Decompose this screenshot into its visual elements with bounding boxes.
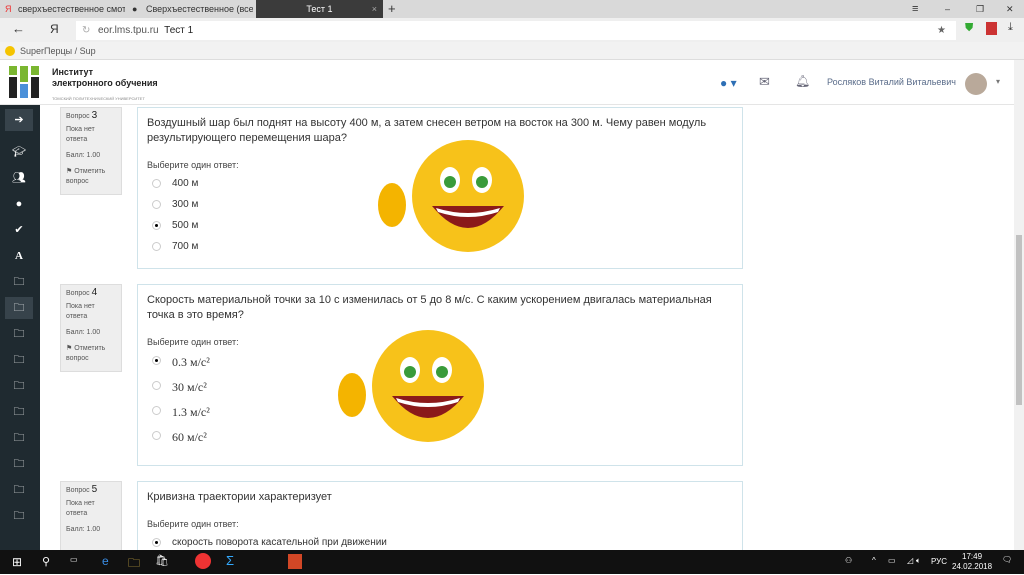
play-icon [5,46,15,56]
taskbar: ⊞ ⚲ ▭ e 🗀︎ 🛍︎ Σ ⚇ ^ ▭ ◿ 🔈︎ РУС 17:49 24.0… [0,550,1024,574]
menu-icon[interactable]: ≡ [912,0,918,18]
folder-icon[interactable]: 🗀︎ [5,427,33,449]
explorer-icon[interactable]: 🗀︎ [128,554,140,575]
back-icon[interactable]: ← [12,21,25,36]
question-text: Кривизна траектории характеризует [147,491,332,503]
tab-2[interactable]: ● Сверхъестественное (все с [128,0,253,18]
institute-logo[interactable] [9,66,39,98]
store-icon[interactable]: 🛍︎ [155,554,169,567]
folder-icon[interactable]: 🗀︎ [5,271,33,293]
org-name-line2: электронного обучения [52,78,158,88]
folder-icon[interactable]: 🗀︎ [5,297,33,319]
folder-icon[interactable]: 🗀︎ [5,349,33,371]
edge-icon[interactable]: e [102,554,109,568]
scrollbar-thumb[interactable] [1016,235,1022,405]
user-name[interactable]: Росляков Виталий Витальевич [827,77,956,87]
wifi-icon[interactable]: ◿ [907,556,913,565]
folder-icon[interactable]: 🗀︎ [5,479,33,501]
tab-1[interactable]: Ясверхъестественное смотр [0,0,125,18]
bookmarks-bar: SuperПерцы / Sup [0,42,1024,60]
flag-question-link[interactable]: ⚑ Отметить вопрос [66,344,116,364]
badges-icon[interactable]: ● [5,193,33,215]
powerpoint-icon[interactable] [288,554,302,569]
minimize-icon[interactable]: – [945,0,950,18]
smiley-thumbs-up-image [378,140,524,252]
competencies-icon[interactable]: ✔ [5,219,33,241]
folder-icon[interactable]: 🗀︎ [5,323,33,345]
restore-icon[interactable]: ❐ [976,0,984,18]
question-info-5: Вопрос 5 Пока нет ответа Балл: 1.00 [60,481,122,561]
language-globe-icon[interactable]: ● ▾ [720,76,737,90]
app-icon[interactable]: Σ [226,553,234,568]
participants-icon[interactable]: 👥︎ [5,167,33,189]
notifications-bell-icon[interactable]: 🔔︎ [795,74,810,88]
folder-icon[interactable]: 🗀︎ [5,401,33,423]
tray-chevron-icon[interactable]: ^ [872,556,876,565]
avatar[interactable] [965,73,987,95]
flag-question-link[interactable]: ⚑ Отметить вопрос [66,167,116,187]
close-tab-icon[interactable]: × [372,0,377,18]
download-icon[interactable]: ⤓ [1008,21,1013,34]
people-icon[interactable]: ⚇ [845,556,852,565]
yandex-home-icon[interactable]: Я [50,22,59,36]
windows-start-icon[interactable]: ⊞ [12,555,22,569]
grades-icon[interactable]: A [5,245,33,267]
courses-icon[interactable]: 🎓︎ [5,141,33,163]
sidebar-toggle-icon[interactable]: ➔ [5,109,33,131]
url-input[interactable]: ↻ eor.lms.tpu.ru Тест 1 ★ [76,21,956,40]
clock[interactable]: 17:49 24.02.2018 [952,552,992,572]
smiley-thumbs-up-image [338,330,484,442]
folder-icon[interactable]: 🗀︎ [5,375,33,397]
bookmark-link[interactable]: SuperПерцы / Sup [20,46,96,56]
star-icon[interactable]: ★ [937,21,946,40]
folder-icon[interactable]: 🗀︎ [5,505,33,527]
tab-active[interactable]: Тест 1 × [256,0,383,18]
question-info-3: Вопрос 3 Пока нет ответа Балл: 1.00 ⚑ От… [60,107,122,195]
reload-icon[interactable]: ↻ [82,21,90,40]
question-text: Скорость материальной точки за 10 с изме… [147,294,712,321]
close-window-icon[interactable]: ✕ [1006,0,1014,18]
folder-icon[interactable]: 🗀︎ [5,453,33,475]
user-menu-chevron-icon[interactable]: ▾ [996,77,1000,86]
shield-icon[interactable]: ⛊ [965,22,973,35]
org-name-line1: Институт [52,67,94,77]
question-info-4: Вопрос 4 Пока нет ответа Балл: 1.00 ⚑ От… [60,284,122,372]
task-view-icon[interactable]: ▭ [70,555,78,564]
yandex-browser-icon[interactable] [195,553,211,569]
yandex-icon: Я [5,4,12,14]
language-indicator[interactable]: РУС [931,557,947,566]
search-icon[interactable]: ⚲ [42,555,50,568]
sidebar: ➔ 🎓︎ 👥︎ ● ✔ A 🗀︎ 🗀︎ 🗀︎ 🗀︎ 🗀︎ 🗀︎ 🗀︎ 🗀︎ 🗀︎… [0,105,40,550]
volume-icon[interactable]: 🔈︎ [916,556,921,566]
messages-icon[interactable]: ✉ [759,74,770,90]
tab-favicon-icon: ● [132,4,138,14]
browser-tab-bar: Ясверхъестественное смотр ● Сверхъестеств… [0,0,1024,18]
battery-icon[interactable]: ▭ [888,556,896,565]
org-subtitle: ТОМСКИЙ ПОЛИТЕХНИЧЕСКИЙ УНИВЕРСИТЕТ [52,96,145,101]
site-header: Институт электронного обучения ТОМСКИЙ П… [0,60,1014,105]
pdf-extension-icon[interactable] [986,22,997,35]
notifications-icon[interactable]: 🗨︎ [1002,555,1012,564]
new-tab-button[interactable]: + [388,0,396,18]
